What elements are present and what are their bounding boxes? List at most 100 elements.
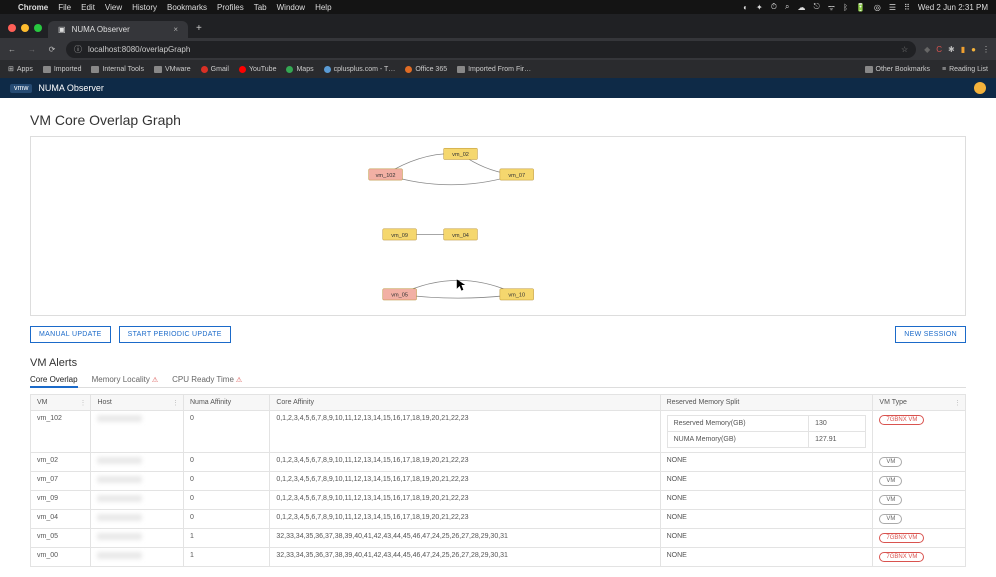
column-header[interactable]: Numa Affinity: [184, 395, 270, 411]
mac-menu-item[interactable]: Chrome: [18, 3, 48, 12]
graph-node-vm_102[interactable]: vm_102: [369, 169, 403, 180]
cell-core-affinity: 32,33,34,35,36,37,38,39,40,41,42,43,44,4…: [270, 548, 660, 567]
tab-memory-locality[interactable]: Memory Locality⚠: [92, 372, 159, 387]
forward-button[interactable]: →: [26, 45, 38, 54]
star-icon[interactable]: ☆: [901, 45, 908, 54]
mac-menu-item[interactable]: File: [58, 3, 71, 12]
column-header[interactable]: VM⋮: [31, 395, 91, 411]
mac-menu-item[interactable]: Tab: [254, 3, 267, 12]
graph-node-vm_05[interactable]: vm_05: [383, 289, 417, 300]
tab-cpu-ready-time[interactable]: CPU Ready Time⚠: [172, 372, 242, 387]
reload-button[interactable]: ⟳: [46, 45, 58, 54]
folder-icon: [154, 66, 162, 73]
bookmark-label: Imported From Fir…: [468, 66, 531, 73]
column-header[interactable]: Core Affinity: [270, 395, 660, 411]
manual-update-button[interactable]: MANUAL UPDATE: [30, 326, 111, 343]
mac-menu-item[interactable]: Window: [277, 3, 305, 12]
mem-value: NONE: [667, 457, 687, 464]
column-header[interactable]: VM Type⋮: [873, 395, 966, 411]
new-session-button[interactable]: NEW SESSION: [895, 326, 966, 343]
graph-node-vm_07[interactable]: vm_07: [500, 169, 534, 180]
bookmark-item[interactable]: VMware: [154, 66, 191, 73]
control-center-icon[interactable]: ⠿: [904, 3, 910, 12]
bookmark-item[interactable]: ≡Reading List: [942, 66, 988, 73]
graph-node-vm_09[interactable]: vm_09: [383, 229, 417, 240]
cursor-icon: [457, 279, 465, 290]
back-button[interactable]: ←: [6, 45, 18, 54]
vm-type-pill[interactable]: VM: [879, 457, 902, 467]
extension-icon[interactable]: C: [936, 45, 942, 54]
cell-core-affinity: 0,1,2,3,4,5,6,7,8,9,10,11,12,13,14,15,16…: [270, 472, 660, 491]
column-header[interactable]: Reserved Memory Split: [660, 395, 873, 411]
wifi-icon[interactable]: ᯤ: [828, 2, 835, 13]
new-tab-button[interactable]: +: [188, 19, 210, 38]
bookmark-item[interactable]: YouTube: [239, 66, 277, 73]
svg-text:vm_02: vm_02: [452, 152, 469, 158]
mac-menu-item[interactable]: Help: [315, 3, 331, 12]
mac-menu-item[interactable]: Profiles: [217, 3, 244, 12]
start-periodic-update-button[interactable]: START PERIODIC UPDATE: [119, 326, 231, 343]
extension-icon[interactable]: ◆: [924, 45, 930, 54]
overlap-graph[interactable]: vm_102 vm_02 vm_07 vm_09 vm_04 vm_05 vm_…: [31, 137, 965, 315]
sort-icon[interactable]: ⋮: [79, 399, 86, 407]
tab-core-overlap[interactable]: Core Overlap: [30, 372, 78, 387]
graph-edge[interactable]: [386, 174, 517, 184]
close-window[interactable]: [8, 24, 16, 32]
cell-host: xxxxxx: [91, 548, 184, 567]
cell-core-affinity: 0,1,2,3,4,5,6,7,8,9,10,11,12,13,14,15,16…: [270, 491, 660, 510]
bookmark-item[interactable]: Maps: [286, 66, 313, 73]
bookmark-item[interactable]: Office 365: [405, 66, 447, 73]
vm-type-pill[interactable]: VM: [879, 476, 902, 486]
mem-value: NONE: [667, 552, 687, 559]
graph-node-vm_02[interactable]: vm_02: [444, 148, 478, 159]
bookmark-label: Maps: [296, 66, 313, 73]
bookmark-item[interactable]: Gmail: [201, 66, 229, 73]
bookmark-item[interactable]: ⊞Apps: [8, 65, 33, 73]
sort-icon[interactable]: ⋮: [954, 399, 961, 407]
site-info-icon[interactable]: ⓘ: [74, 44, 82, 55]
mac-menu-item[interactable]: History: [132, 3, 157, 12]
graph-panel[interactable]: vm_102 vm_02 vm_07 vm_09 vm_04 vm_05 vm_…: [30, 136, 966, 316]
mac-menu-item[interactable]: Bookmarks: [167, 3, 207, 12]
bookmark-item[interactable]: cplusplus.com - T…: [324, 66, 396, 73]
vm-type-pill[interactable]: VM: [879, 514, 902, 524]
close-tab-icon[interactable]: ×: [173, 25, 178, 34]
graph-node-vm_04[interactable]: vm_04: [444, 229, 478, 240]
mac-menu-item[interactable]: Edit: [81, 3, 95, 12]
mac-menu-item[interactable]: View: [105, 3, 122, 12]
bookmark-item[interactable]: Imported From Fir…: [457, 66, 531, 73]
browser-tab[interactable]: ▣ NUMA Observer ×: [48, 21, 188, 38]
vm-type-pill[interactable]: 7GBNX VM: [879, 415, 924, 425]
maximize-window[interactable]: [34, 24, 42, 32]
vm-type-pill[interactable]: 7GBNX VM: [879, 552, 924, 562]
minimize-window[interactable]: [21, 24, 29, 32]
profile-icon[interactable]: ●: [971, 45, 976, 54]
tab-label: Core Overlap: [30, 375, 78, 384]
bookmark-item[interactable]: Internal Tools: [91, 66, 144, 73]
column-header[interactable]: Host⋮: [91, 395, 184, 411]
bookmark-item[interactable]: Other Bookmarks: [865, 66, 930, 73]
cell-vm-type: VM: [873, 472, 966, 491]
clock[interactable]: Wed 2 Jun 2:31 PM: [918, 3, 988, 12]
extension-icon[interactable]: ▮: [961, 45, 965, 54]
menu-icon[interactable]: ⋮: [982, 45, 990, 54]
vm-type-pill[interactable]: VM: [879, 495, 902, 505]
table-row: vm_00 xxxxxx 1 32,33,34,35,36,37,38,39,4…: [31, 548, 966, 567]
table-row: vm_05 xxxxxx 1 32,33,34,35,36,37,38,39,4…: [31, 529, 966, 548]
extensions-icon[interactable]: ✱: [948, 45, 955, 54]
graph-edge[interactable]: [400, 294, 517, 298]
bookmark-label: cplusplus.com - T…: [334, 66, 396, 73]
graph-node-vm_10[interactable]: vm_10: [500, 289, 534, 300]
url-input[interactable]: [88, 45, 895, 54]
cell-host: xxxxxx: [91, 472, 184, 491]
vm-type-pill[interactable]: 7GBNX VM: [879, 533, 924, 543]
user-avatar[interactable]: [974, 82, 986, 94]
cell-numa-affinity: 1: [184, 529, 270, 548]
sort-icon[interactable]: ⋮: [172, 399, 179, 407]
address-bar[interactable]: ⓘ ☆: [66, 41, 916, 58]
cell-host: xxxxxx: [91, 529, 184, 548]
table-row: vm_07 xxxxxx 0 0,1,2,3,4,5,6,7,8,9,10,11…: [31, 472, 966, 491]
bookmark-item[interactable]: Imported: [43, 66, 82, 73]
cell-mem-split: NONE: [660, 453, 873, 472]
cell-vm: vm_02: [31, 453, 91, 472]
